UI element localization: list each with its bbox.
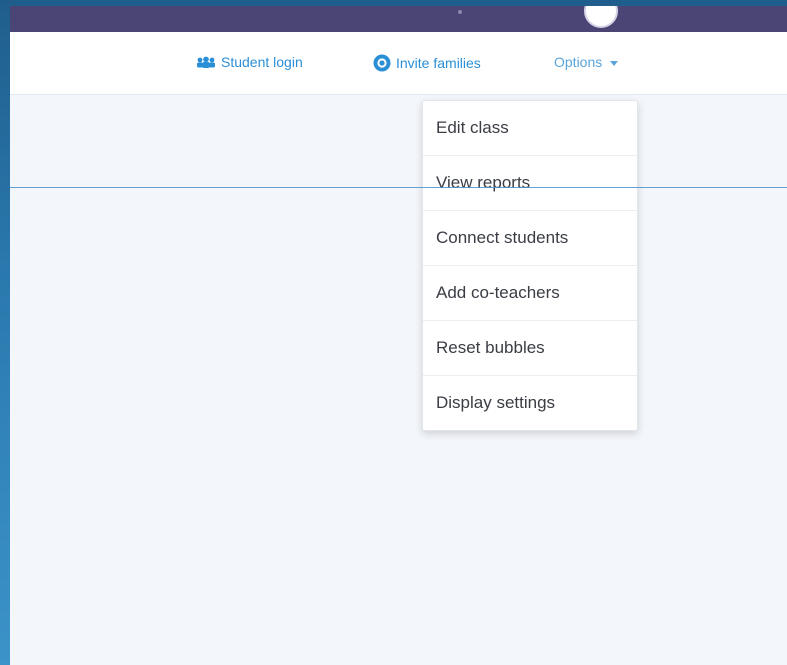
- divider-line: [10, 187, 787, 188]
- invite-families-label: Invite families: [396, 55, 481, 71]
- invite-families-button[interactable]: Invite families: [373, 54, 481, 72]
- topbar-indicator: [458, 10, 462, 14]
- options-dropdown-button[interactable]: Options: [554, 54, 619, 70]
- app-window: Student login Invite families Options Ed…: [10, 6, 787, 665]
- menu-item-display-settings[interactable]: Display settings: [423, 376, 637, 430]
- options-menu: Edit class View reports Connect students…: [422, 100, 638, 431]
- menu-item-view-reports[interactable]: View reports: [423, 156, 637, 211]
- plus-circle-icon: [373, 54, 391, 72]
- chevron-down-icon: [610, 60, 619, 66]
- menu-item-connect-students[interactable]: Connect students: [423, 211, 637, 266]
- student-login-button[interactable]: Student login: [196, 54, 303, 70]
- student-login-label: Student login: [221, 54, 303, 70]
- avatar[interactable]: [584, 6, 618, 28]
- class-toolbar: Student login Invite families Options: [10, 32, 787, 95]
- menu-item-edit-class[interactable]: Edit class: [423, 101, 637, 156]
- desktop-background: Student login Invite families Options Ed…: [0, 0, 787, 665]
- top-bar: [10, 6, 787, 32]
- students-icon: [196, 56, 216, 68]
- menu-item-add-co-teachers[interactable]: Add co-teachers: [423, 266, 637, 321]
- menu-item-reset-bubbles[interactable]: Reset bubbles: [423, 321, 637, 376]
- options-label: Options: [554, 54, 603, 70]
